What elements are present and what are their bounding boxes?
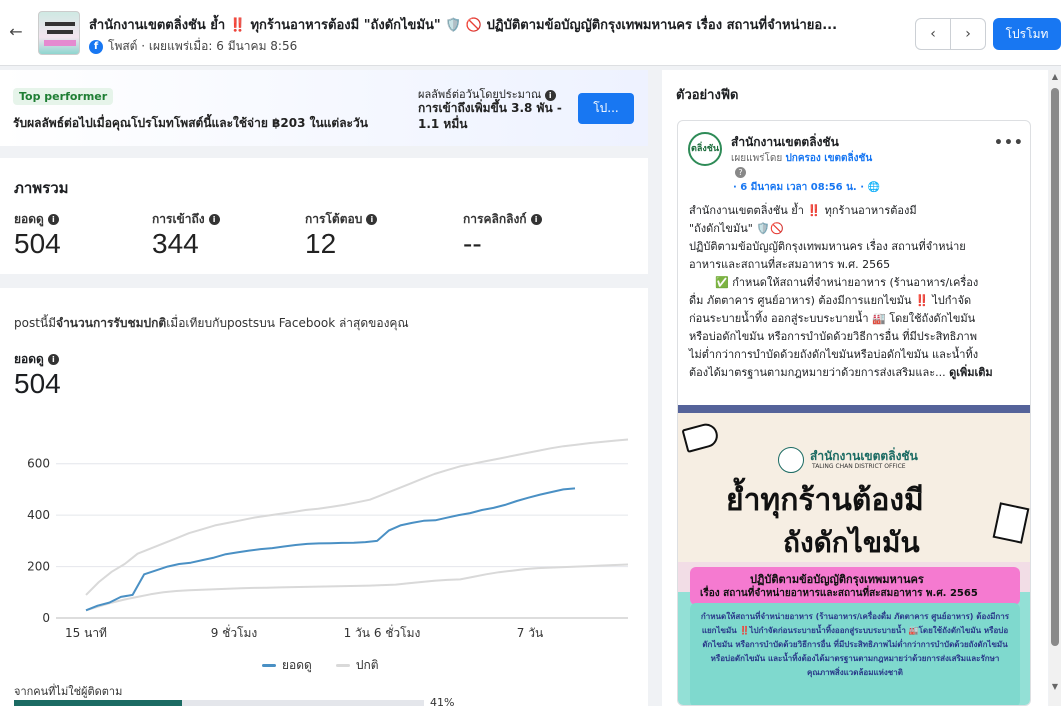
chart-description: postนี้มีจำนวนการรับชมปกติเมื่อเทียบกับp… bbox=[14, 316, 409, 330]
metric-value-reach: 344 bbox=[152, 228, 199, 259]
legend-label-typical: ปกติ bbox=[355, 658, 379, 672]
views-chart-panel: postนี้มีจำนวนการรับชมปกติเมื่อเทียบกับp… bbox=[0, 288, 648, 706]
legend-label-views: ยอดดู bbox=[282, 658, 312, 672]
post-body: สำนักงานเขตตลิ่งชัน ย้ำ ‼️ ทุกร้านอาหารต… bbox=[689, 204, 993, 379]
boost-post-button[interactable]: โป... bbox=[578, 93, 634, 124]
page-name[interactable]: สำนักงานเขตตลิ่งชัน bbox=[731, 133, 839, 152]
next-post-button[interactable]: › bbox=[950, 18, 986, 50]
info-icon[interactable]: i bbox=[208, 214, 220, 225]
metric-label-views: ยอดดู i bbox=[14, 210, 59, 229]
y-tick-label: 200 bbox=[27, 560, 50, 574]
metric-label-link-clicks: การคลิกลิงก์ i bbox=[463, 210, 542, 229]
x-tick-label: 15 นาที bbox=[65, 626, 107, 640]
back-arrow-icon[interactable]: ← bbox=[6, 22, 26, 42]
scroll-thumb[interactable] bbox=[1051, 88, 1059, 646]
post-header: ← สำนักงานเขตตลิ่งชัน ย้ำ ‼️ ทุกร้านอาหา… bbox=[0, 0, 1061, 66]
legend-swatch-typical bbox=[335, 664, 350, 667]
top-performer-text: รับผลลัพธ์ต่อไปเมื่อคุณโปรโมทโพสต์นี้และ… bbox=[13, 116, 368, 130]
question-icon[interactable]: ? bbox=[735, 167, 746, 178]
overview-panel: ภาพรวม ยอดดู i 504 การเข้าถึง i 344 การโต้… bbox=[0, 158, 648, 274]
see-more-link[interactable]: ดูเพิ่มเติม bbox=[949, 366, 993, 379]
post-meta: f โพสต์ · เผยแพร่เมื่อ: 6 มีนาคม 8:56 bbox=[89, 37, 297, 56]
info-icon[interactable]: i bbox=[47, 214, 59, 225]
non-follower-percent: 41% bbox=[430, 696, 455, 706]
scroll-down-arrow-icon[interactable]: ▼ bbox=[1049, 682, 1061, 692]
publisher-link[interactable]: ปกครอง เขตตลิ่งชัน bbox=[785, 153, 872, 164]
more-options-icon[interactable]: ••• bbox=[994, 135, 1024, 151]
non-follower-bar-fill bbox=[14, 700, 183, 706]
image-headline-1: ย้ำทุกร้านต้องมี bbox=[726, 483, 924, 518]
image-office-name-en: TALING CHAN DISTRICT OFFICE bbox=[812, 463, 906, 470]
overview-title: ภาพรวม bbox=[14, 179, 69, 197]
preview-scrollbar[interactable]: ▲ ▼ bbox=[1049, 70, 1061, 706]
x-tick-label: 7 วัน bbox=[517, 626, 543, 640]
image-headline-2: ถังดักไขมัน bbox=[783, 526, 920, 559]
info-icon[interactable]: i bbox=[47, 354, 59, 365]
chart-metric-label: ยอดดู i bbox=[14, 350, 59, 369]
document-icon bbox=[992, 502, 1030, 544]
metric-label-reach: การเข้าถึง i bbox=[152, 210, 220, 229]
chart-metric-value: 504 bbox=[14, 368, 61, 399]
chart-legend: ยอดดู ปกติ bbox=[262, 656, 379, 675]
feed-post-card: ตลิ่งชัน สำนักงานเขตตลิ่งชัน เผยแพร่โดย … bbox=[677, 120, 1031, 706]
legend-item-typical[interactable]: ปกติ bbox=[335, 656, 379, 675]
district-logo bbox=[778, 447, 804, 473]
post-timestamp[interactable]: · 6 มีนาคม เวลา 08:56 น. · 🌐 bbox=[733, 180, 880, 195]
y-tick-label: 400 bbox=[27, 508, 50, 522]
post-image[interactable]: สำนักงานเขตตลิ่งชัน TALING CHAN DISTRICT… bbox=[678, 405, 1030, 705]
image-top-band bbox=[678, 405, 1030, 413]
x-tick-label: 1 วัน 6 ชั่วโมง bbox=[344, 624, 421, 640]
metric-label-interactions: การโต้ตอบ i bbox=[305, 210, 378, 229]
image-pink-line-2: เรื่อง สถานที่จำหน่ายอาหารและสถานที่สะสม… bbox=[700, 588, 978, 599]
megaphone-icon bbox=[681, 421, 721, 453]
feed-preview-panel: ตัวอย่างฟีด ตลิ่งชัน สำนักงานเขตตลิ่งชัน… bbox=[662, 70, 1048, 706]
post-meta-text: โพสต์ · เผยแพร่เมื่อ: 6 มีนาคม 8:56 bbox=[108, 39, 298, 53]
info-icon[interactable]: i bbox=[366, 214, 378, 225]
metric-value-views: 504 bbox=[14, 228, 61, 259]
post-title: สำนักงานเขตตลิ่งชัน ย้ำ ‼️ ทุกร้านอาหารต… bbox=[89, 18, 838, 33]
y-tick-label: 0 bbox=[42, 611, 50, 625]
estimated-result-value: การเข้าถึงเพิ่มขึ้น 3.8 พัน - 1.1 หมื่น bbox=[418, 101, 562, 131]
previous-post-button[interactable]: ‹ bbox=[915, 18, 951, 50]
top-performer-badge: Top performer bbox=[13, 88, 114, 105]
info-icon[interactable]: i bbox=[530, 214, 542, 225]
published-by: เผยแพร่โดย ปกครอง เขตตลิ่งชัน bbox=[731, 153, 873, 164]
page-avatar[interactable]: ตลิ่งชัน bbox=[688, 132, 722, 166]
views-line-chart: 0 200 400 600 15 นาที 9 ชั่วโมง 1 วัน 6 ชั่วโม… bbox=[27, 438, 629, 640]
y-tick-label: 600 bbox=[27, 457, 50, 471]
metric-value-interactions: 12 bbox=[305, 228, 337, 259]
promote-button[interactable]: โปรโมท bbox=[993, 18, 1061, 50]
series-line-typical-upper[interactable] bbox=[85, 438, 629, 596]
x-tick-label: 9 ชั่วโมง bbox=[211, 624, 258, 640]
image-small-text: กำหนดให้สถานที่จำหน่ายอาหาร (ร้านอาหาร/เ… bbox=[700, 612, 1010, 677]
metric-value-link-clicks: -- bbox=[463, 228, 482, 259]
feed-preview-title: ตัวอย่างฟีด bbox=[676, 88, 739, 103]
scroll-up-arrow-icon[interactable]: ▲ bbox=[1049, 72, 1061, 82]
series-line-typical-lower[interactable] bbox=[85, 563, 629, 612]
non-follower-label: จากคนที่ไม่ใช่ผู้ติดตาม bbox=[14, 685, 123, 698]
post-thumbnail bbox=[38, 11, 80, 55]
facebook-icon: f bbox=[89, 39, 103, 54]
legend-item-views[interactable]: ยอดดู bbox=[262, 656, 312, 675]
legend-swatch-views bbox=[262, 664, 276, 667]
